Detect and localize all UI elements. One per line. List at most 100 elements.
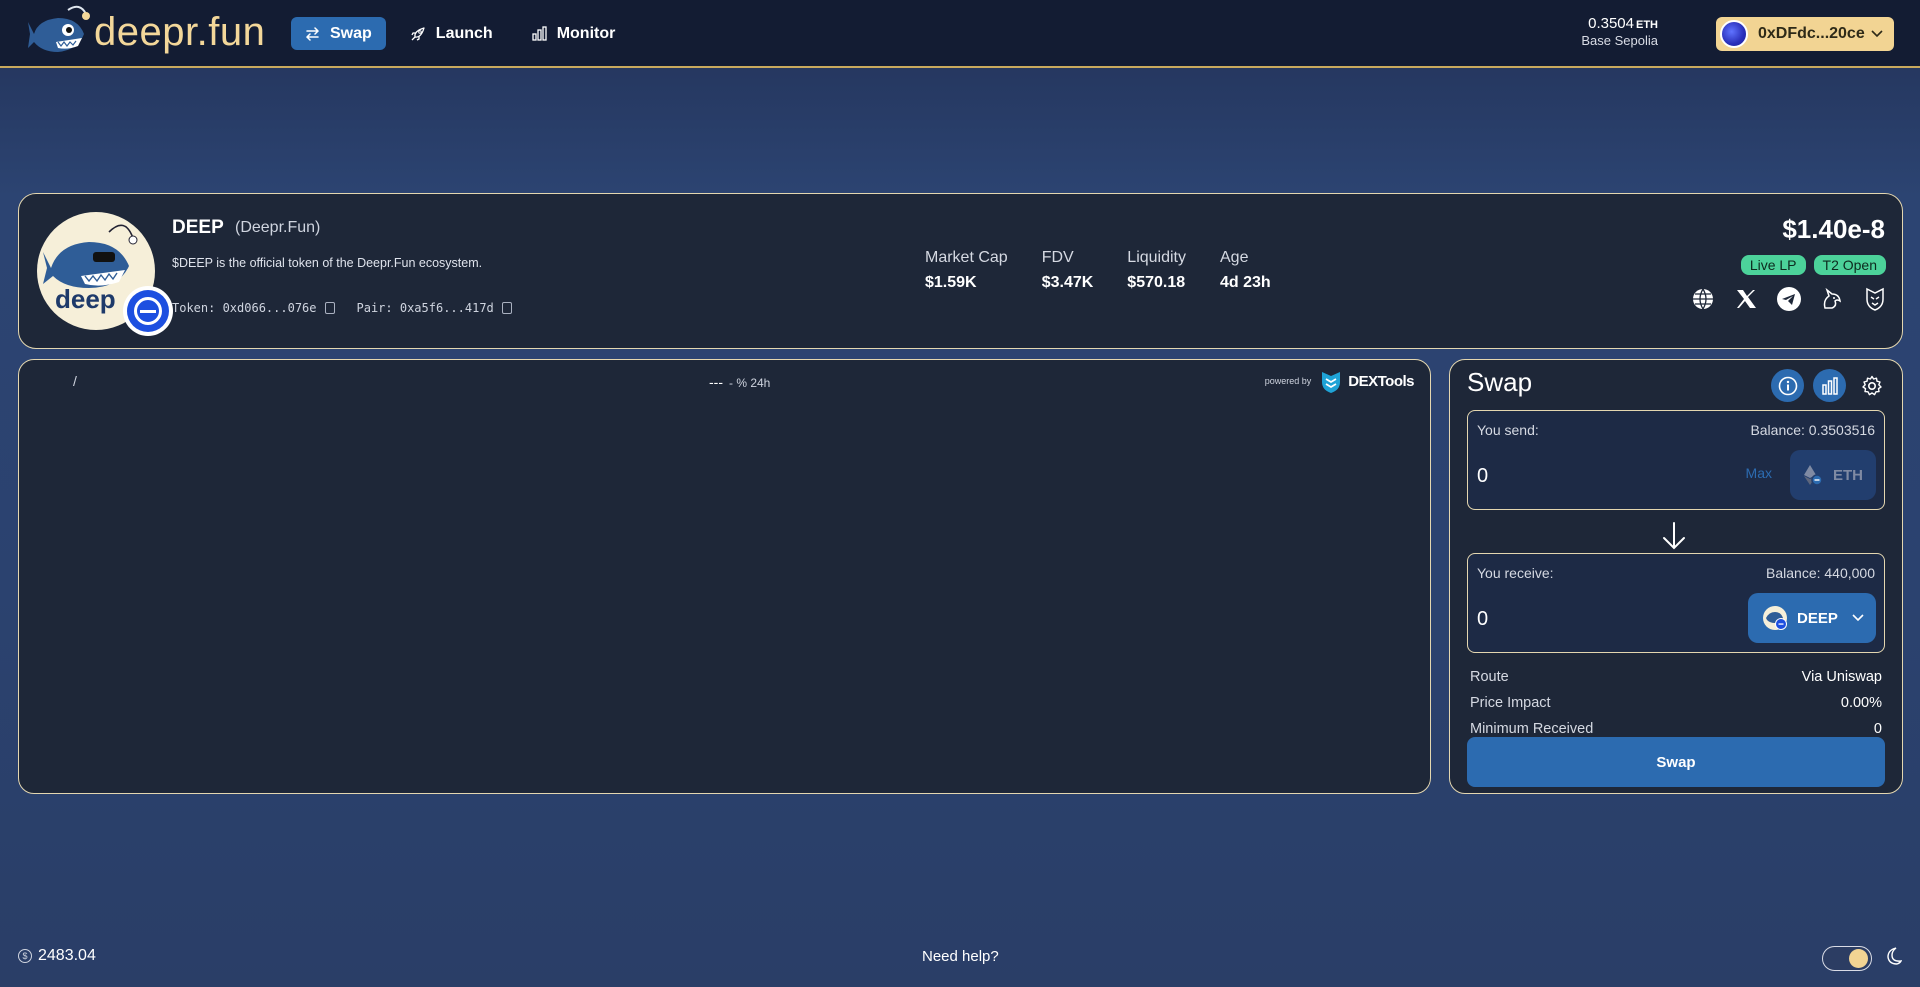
stat-label: Liquidity [1127, 249, 1186, 266]
bar-chart-icon [1821, 376, 1838, 395]
token-description: $DEEP is the official token of the Deepr… [172, 256, 483, 270]
stat-label: Market Cap [925, 249, 1008, 266]
chart-toggle-button[interactable] [1813, 369, 1846, 402]
dextools-logo: DEXTools [1318, 368, 1414, 394]
swap-details: Route Via Uniswap Price Impact 0.00% Min… [1470, 664, 1882, 742]
nav-swap[interactable]: Swap [291, 17, 386, 50]
stat-fdv: FDV $3.47K [1042, 249, 1094, 292]
send-balance: Balance: 0.3503516 [1750, 422, 1875, 438]
detail-row-price-impact: Price Impact 0.00% [1470, 690, 1882, 716]
chart-price-info: --- - % 24h [709, 374, 770, 390]
receive-balance: Balance: 440,000 [1766, 565, 1875, 581]
toggle-knob [1849, 949, 1868, 968]
receive-box: You receive: Balance: 440,000 DEEP [1467, 553, 1885, 653]
token-symbol: DEEP [172, 217, 224, 238]
globe-icon[interactable] [1690, 286, 1715, 311]
receive-label: You receive: [1477, 565, 1554, 581]
detail-value: Via Uniswap [1801, 669, 1882, 685]
eth-price-indicator: $ 2483.04 [18, 947, 96, 965]
detail-label: Minimum Received [1470, 721, 1594, 737]
swap-button[interactable]: Swap [1467, 737, 1885, 787]
chart-price-change: - % 24h [729, 376, 771, 390]
help-link[interactable]: Need help? [922, 948, 999, 965]
max-button[interactable]: Max [1746, 465, 1772, 481]
swap-panel: Swap You send: Balance: 0.3503516 Max ET… [1449, 359, 1903, 794]
dextools-logo-icon [1322, 372, 1341, 393]
receive-token-label: DEEP [1797, 609, 1838, 627]
swap-arrows-icon [305, 26, 320, 41]
status-badges: Live LP T2 Open [1740, 255, 1886, 275]
swap-toolbar [1771, 369, 1888, 402]
chart-pair-label: / [73, 373, 77, 389]
token-address-text: Token: 0xd066...076e [172, 301, 317, 315]
top-navbar: deepr.fun Swap Launch Monitor 0.3504 ETH … [0, 0, 1920, 68]
main-nav: Swap Launch Monitor [291, 17, 629, 50]
nav-monitor[interactable]: Monitor [517, 17, 630, 50]
powered-by-label: powered by [1264, 376, 1312, 386]
detail-value: 0.00% [1840, 695, 1882, 711]
stat-market-cap: Market Cap $1.59K [925, 249, 1008, 292]
dollar-coin-icon: $ [18, 949, 32, 963]
dextools-icon[interactable] [1862, 286, 1887, 311]
nav-swap-label: Swap [330, 24, 372, 42]
stat-value: 4d 23h [1220, 274, 1271, 291]
stat-age: Age 4d 23h [1220, 249, 1271, 292]
detail-label: Price Impact [1470, 695, 1551, 711]
wallet-button[interactable]: 0xDFdc...20ce [1716, 17, 1894, 51]
wallet-avatar [1720, 20, 1748, 48]
moon-icon [1887, 947, 1902, 965]
info-button[interactable] [1771, 369, 1804, 402]
wallet-address: 0xDFdc...20ce [1758, 25, 1865, 42]
deep-token-icon [1763, 606, 1787, 630]
stat-label: FDV [1041, 249, 1074, 266]
gear-icon [1861, 375, 1882, 395]
token-info-card: deep DEEP (Deepr.Fun) $DEEP is the offic… [18, 193, 1903, 349]
arrow-down-icon[interactable] [1659, 520, 1689, 552]
send-amount-input[interactable] [1477, 465, 1657, 488]
logo[interactable]: deepr.fun [28, 2, 265, 62]
receive-amount-input[interactable] [1477, 608, 1657, 631]
balance-amount: 0.3504 [1588, 15, 1634, 32]
balance-unit: ETH [1636, 19, 1658, 31]
swap-title: Swap [1467, 367, 1533, 397]
status-badge-t2-open: T2 Open [1813, 255, 1886, 275]
stat-value: $570.18 [1127, 274, 1186, 291]
copy-icon[interactable] [324, 302, 335, 314]
chain-badge [123, 286, 173, 336]
send-token-selector[interactable]: ETH [1790, 450, 1876, 500]
detail-row-route: Route Via Uniswap [1470, 664, 1882, 690]
receive-token-selector[interactable]: DEEP [1748, 593, 1876, 643]
network-name: Base Sepolia [1581, 33, 1658, 48]
settings-button[interactable] [1855, 369, 1888, 402]
telegram-icon[interactable] [1776, 286, 1801, 311]
nav-launch[interactable]: Launch [396, 17, 507, 50]
x-twitter-icon[interactable] [1733, 286, 1758, 311]
send-label: You send: [1477, 422, 1539, 438]
send-token-label: ETH [1833, 466, 1863, 484]
token-price: $1.40e-8 [1782, 214, 1885, 244]
pair-address[interactable]: Pair: 0xa5f6...417d [357, 301, 512, 315]
stat-value: $1.59K [925, 274, 977, 291]
token-addresses: Token: 0xd066...076e Pair: 0xa5f6...417d [172, 301, 512, 315]
token-address[interactable]: Token: 0xd066...076e [172, 301, 335, 315]
stat-liquidity: Liquidity $570.18 [1127, 249, 1186, 292]
chart-price-value: --- [709, 374, 723, 390]
price-chart-panel[interactable]: / --- - % 24h powered by DEXTools [18, 359, 1431, 794]
nav-monitor-label: Monitor [556, 24, 616, 42]
theme-toggle[interactable] [1822, 946, 1872, 971]
send-box: You send: Balance: 0.3503516 Max ETH [1467, 410, 1885, 510]
powered-by-dextools[interactable]: powered by DEXTools [1265, 368, 1414, 394]
chevron-down-icon [1852, 614, 1864, 622]
anglerfish-logo-icon [28, 5, 90, 52]
rocket-icon [411, 26, 425, 41]
dextools-text: DEXTools [1348, 372, 1414, 390]
unicorn-icon[interactable] [1819, 286, 1844, 311]
info-icon [1778, 376, 1797, 395]
eth-token-icon [1804, 465, 1823, 486]
wallet-balance: 0.3504 ETH Base Sepolia [1581, 15, 1658, 48]
nav-launch-label: Launch [435, 24, 493, 42]
copy-icon[interactable] [501, 302, 512, 314]
token-logo-text: deep [55, 284, 116, 314]
status-badge-live-lp: Live LP [1740, 255, 1806, 275]
bar-chart-icon [532, 26, 547, 41]
